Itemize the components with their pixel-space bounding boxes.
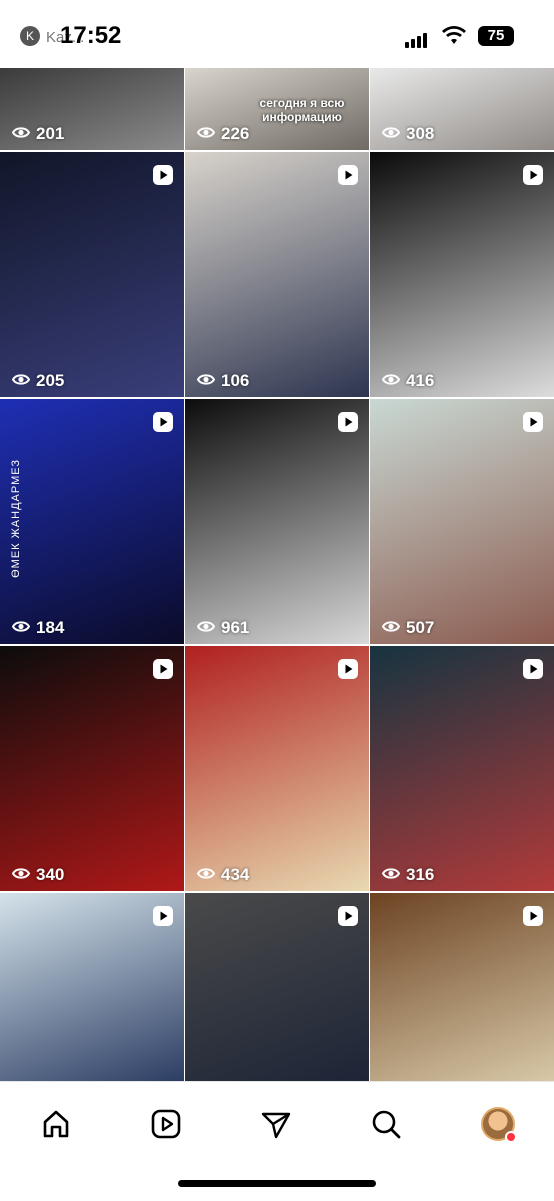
search-icon[interactable] [366, 1104, 406, 1144]
status-bar: K Kaz... 17:52 75 [0, 0, 554, 68]
view-count-value: 106 [221, 371, 250, 390]
reel-icon [522, 658, 544, 680]
media-tile[interactable] [185, 893, 369, 1081]
reel-icon [522, 905, 544, 927]
media-tile[interactable]: 434 [185, 646, 369, 891]
bottom-nav [0, 1081, 554, 1201]
media-tile[interactable]: 961 [185, 399, 369, 644]
view-count-value: 961 [221, 618, 250, 637]
media-tile[interactable]: 106 [185, 152, 369, 397]
view-count-value: 308 [406, 124, 435, 143]
eye-icon [381, 865, 406, 885]
eye-icon [381, 124, 406, 144]
wifi-icon [442, 26, 466, 51]
view-count-value: 205 [36, 371, 65, 390]
tile-overlay-text: сегодня я всю информацию [259, 96, 345, 124]
eye-icon [11, 371, 36, 391]
view-count: 316 [381, 865, 435, 885]
eye-icon [196, 124, 221, 144]
reel-icon [152, 411, 174, 433]
home-icon[interactable] [36, 1104, 76, 1144]
eye-icon [196, 371, 221, 391]
view-count: 961 [196, 618, 250, 638]
view-count: 205 [11, 371, 65, 391]
eye-icon [11, 865, 36, 885]
view-count-value: 507 [406, 618, 435, 637]
view-count: 416 [381, 371, 435, 391]
notification-dot [505, 1131, 517, 1143]
eye-icon [381, 618, 406, 638]
battery-icon: 75 [478, 26, 514, 46]
tile-overlay-text: ӨМЕК ЖАНДАРМЕЗ [10, 459, 22, 578]
media-tile[interactable]: 316 [370, 646, 554, 891]
view-count: 226 [196, 124, 250, 144]
media-tile[interactable]: 340 [0, 646, 184, 891]
view-count: 308 [381, 124, 435, 144]
eye-icon [11, 618, 36, 638]
view-count-value: 226 [221, 124, 250, 143]
view-count-value: 434 [221, 865, 250, 884]
view-count-value: 416 [406, 371, 435, 390]
view-count-value: 184 [36, 618, 65, 637]
reel-icon [152, 905, 174, 927]
eye-icon [11, 124, 36, 144]
media-tile[interactable] [0, 893, 184, 1081]
view-count: 184 [11, 618, 65, 638]
profile-avatar[interactable] [478, 1104, 518, 1144]
reel-icon [337, 658, 359, 680]
media-tile[interactable]: 507 [370, 399, 554, 644]
signal-icon [405, 30, 429, 48]
media-grid: 201 сегодня я всю информацию 226 308 205 106 4… [0, 68, 554, 1081]
view-count: 340 [11, 865, 65, 885]
reel-icon [337, 905, 359, 927]
media-tile[interactable] [370, 893, 554, 1081]
media-tile[interactable]: 416 [370, 152, 554, 397]
media-tile[interactable]: 205 [0, 152, 184, 397]
app-badge-icon: K [20, 26, 40, 46]
reel-icon [152, 658, 174, 680]
status-time: 17:52 [60, 22, 122, 49]
eye-icon [196, 618, 221, 638]
reel-icon [522, 164, 544, 186]
view-count-value: 340 [36, 865, 65, 884]
reel-icon [337, 411, 359, 433]
view-count: 106 [196, 371, 250, 391]
view-count: 507 [381, 618, 435, 638]
media-tile[interactable]: ӨМЕК ЖАНДАРМЕЗ 184 [0, 399, 184, 644]
reel-icon [522, 411, 544, 433]
view-count-value: 201 [36, 124, 65, 143]
send-icon[interactable] [256, 1104, 296, 1144]
view-count: 201 [11, 124, 65, 144]
eye-icon [381, 371, 406, 391]
reel-icon [152, 164, 174, 186]
eye-icon [196, 865, 221, 885]
reel-icon [337, 164, 359, 186]
reels-icon[interactable] [146, 1104, 186, 1144]
view-count-value: 316 [406, 865, 435, 884]
home-indicator [178, 1180, 376, 1187]
media-tile[interactable]: 308 [370, 68, 554, 150]
view-count: 434 [196, 865, 250, 885]
media-tile[interactable]: 201 [0, 68, 184, 150]
media-tile[interactable]: сегодня я всю информацию 226 [185, 68, 369, 150]
